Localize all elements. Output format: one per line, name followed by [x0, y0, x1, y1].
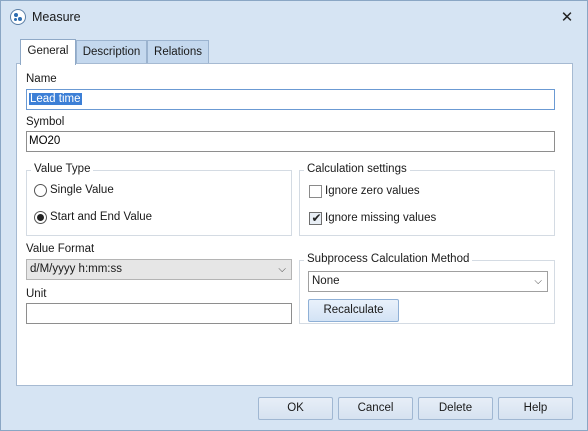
- single-value-radio[interactable]: [34, 184, 47, 197]
- ok-button[interactable]: OK: [258, 397, 333, 420]
- name-field[interactable]: Lead time: [26, 89, 555, 110]
- measure-dialog: Measure ✕ General Description Relations …: [0, 0, 588, 431]
- subprocess-calc-group: Subprocess Calculation Method None ⌵ Rec…: [299, 253, 555, 324]
- subprocess-method-dropdown[interactable]: None ⌵: [308, 271, 548, 292]
- subprocess-calc-title: Subprocess Calculation Method: [304, 253, 473, 265]
- start-end-value-radio[interactable]: [34, 211, 47, 224]
- name-label: Name: [26, 73, 57, 85]
- value-format-dropdown[interactable]: d/M/yyyy h:mm:ss ⌵: [26, 259, 292, 280]
- close-icon[interactable]: ✕: [556, 7, 578, 27]
- recalculate-button[interactable]: Recalculate: [308, 299, 399, 322]
- window-title: Measure: [32, 10, 81, 24]
- symbol-label: Symbol: [26, 116, 65, 128]
- value-format-value: d/M/yyyy h:mm:ss: [30, 263, 123, 275]
- symbol-field[interactable]: MO20: [26, 131, 555, 152]
- chevron-down-icon: ⌵: [278, 264, 286, 275]
- measure-app-icon: [10, 9, 26, 25]
- start-end-value-label[interactable]: Start and End Value: [50, 211, 152, 223]
- ignore-missing-checkbox[interactable]: ✔: [309, 211, 322, 225]
- calculation-settings-title: Calculation settings: [304, 163, 410, 175]
- single-value-label[interactable]: Single Value: [50, 184, 114, 196]
- calculation-settings-group: Calculation settings Ignore zero values …: [299, 163, 555, 236]
- name-field-value: Lead time: [29, 93, 82, 105]
- tab-general[interactable]: General: [20, 39, 76, 65]
- subprocess-method-value: None: [312, 275, 340, 287]
- help-button[interactable]: Help: [498, 397, 573, 420]
- general-tab-panel: Name Lead time Symbol MO20 Value Type Si…: [16, 63, 573, 386]
- delete-button[interactable]: Delete: [418, 397, 493, 420]
- value-type-group: Value Type Single Value Start and End Va…: [26, 163, 292, 236]
- value-format-label: Value Format: [26, 243, 95, 255]
- chevron-down-icon: ⌵: [534, 276, 542, 287]
- title-bar: Measure ✕: [1, 1, 587, 33]
- ignore-zero-label[interactable]: Ignore zero values: [325, 185, 420, 197]
- ignore-zero-checkbox[interactable]: [309, 185, 322, 198]
- unit-field[interactable]: [26, 303, 292, 324]
- cancel-button[interactable]: Cancel: [338, 397, 413, 420]
- tab-relations[interactable]: Relations: [147, 40, 209, 64]
- unit-label: Unit: [26, 288, 47, 300]
- ignore-missing-label[interactable]: Ignore missing values: [325, 212, 436, 224]
- value-type-title: Value Type: [31, 163, 94, 175]
- checkmark-icon: ✔: [311, 211, 322, 225]
- tab-description[interactable]: Description: [76, 40, 147, 64]
